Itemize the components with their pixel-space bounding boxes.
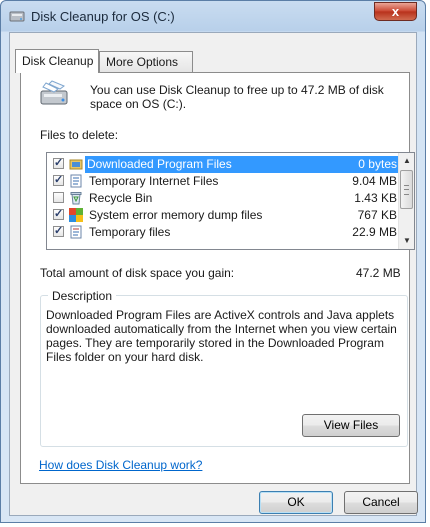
files-to-delete-label: Files to delete: — [40, 128, 119, 142]
checkbox-temporary-files[interactable] — [53, 223, 64, 240]
file-name: Temporary Internet Files — [89, 174, 219, 188]
file-name: Temporary files — [89, 225, 171, 239]
intro-line-1: You can use Disk Cleanup to free up to 4… — [90, 83, 384, 97]
list-item-temporary-files[interactable]: Temporary files 22.9 MB — [47, 223, 399, 241]
list-item-downloaded-program-files[interactable]: Downloaded Program Files 0 bytes — [47, 155, 403, 173]
tab-more-options[interactable]: More Options — [99, 51, 193, 73]
file-name: System error memory dump files — [89, 208, 263, 222]
memory-dump-icon — [69, 208, 83, 222]
title-bar[interactable]: Disk Cleanup for OS (C:) — [1, 1, 425, 32]
disk-cleanup-icon — [40, 80, 68, 105]
description-title: Description — [48, 289, 117, 303]
files-to-delete-list[interactable]: Downloaded Program Files 0 bytes Tempora… — [46, 152, 415, 250]
close-icon: x — [391, 4, 400, 19]
grip-icon — [404, 185, 409, 195]
tab-label: More Options — [106, 55, 179, 69]
tab-label: Disk Cleanup — [22, 54, 94, 68]
disk-cleanup-app-icon — [9, 11, 25, 22]
checkbox-recycle-bin[interactable] — [53, 192, 64, 203]
help-link[interactable]: How does Disk Cleanup work? — [39, 458, 202, 472]
list-item-temporary-internet-files[interactable]: Temporary Internet Files 9.04 MB — [47, 172, 399, 190]
description-line: pages. They are temporarily stored in th… — [46, 336, 384, 350]
list-scrollbar[interactable]: ▲ ▼ — [398, 153, 414, 249]
recycle-bin-icon — [70, 192, 82, 205]
checkbox-temporary-internet-files[interactable] — [53, 172, 64, 189]
file-size: 0 bytes — [354, 156, 397, 173]
intro-text: You can use Disk Cleanup to free up to 4… — [90, 83, 390, 111]
checkbox-downloaded-program-files[interactable] — [53, 155, 64, 172]
intro-line-2: space on OS (C:). — [90, 97, 187, 111]
file-name: Recycle Bin — [89, 191, 153, 205]
file-size: 1.43 KB — [354, 191, 397, 205]
file-size: 767 KB — [357, 208, 397, 222]
scrollbar-thumb[interactable] — [400, 170, 413, 209]
close-button[interactable]: x — [374, 2, 417, 21]
list-item-recycle-bin[interactable]: Recycle Bin 1.43 KB — [47, 190, 399, 207]
document-icon — [70, 174, 82, 188]
window-title: Disk Cleanup for OS (C:) — [31, 9, 175, 24]
file-size: 22.9 MB — [352, 225, 397, 239]
view-files-button[interactable]: View Files — [302, 414, 400, 437]
ok-button[interactable]: OK — [259, 491, 333, 514]
total-space-label: Total amount of disk space you gain: — [40, 266, 235, 280]
description-line: downloaded automatically from the Intern… — [46, 322, 397, 336]
cancel-button[interactable]: Cancel — [344, 491, 418, 514]
description-line: Downloaded Program Files are ActiveX con… — [46, 308, 395, 322]
scroll-down-arrow-icon[interactable]: ▼ — [399, 233, 414, 249]
tab-disk-cleanup[interactable]: Disk Cleanup — [15, 49, 99, 73]
description-line: Files folder on your hard disk. — [46, 350, 204, 364]
document-icon — [70, 225, 82, 239]
list-item-system-error-memory-dump-files[interactable]: System error memory dump files 767 KB — [47, 206, 399, 224]
total-space-value: 47.2 MB — [356, 266, 401, 280]
checkbox-system-error-memory-dump-files[interactable] — [53, 206, 64, 223]
file-size: 9.04 MB — [352, 174, 397, 188]
description-text: Downloaded Program Files are ActiveX con… — [46, 308, 406, 364]
folder-icon — [69, 159, 83, 170]
scroll-up-arrow-icon[interactable]: ▲ — [399, 153, 414, 169]
